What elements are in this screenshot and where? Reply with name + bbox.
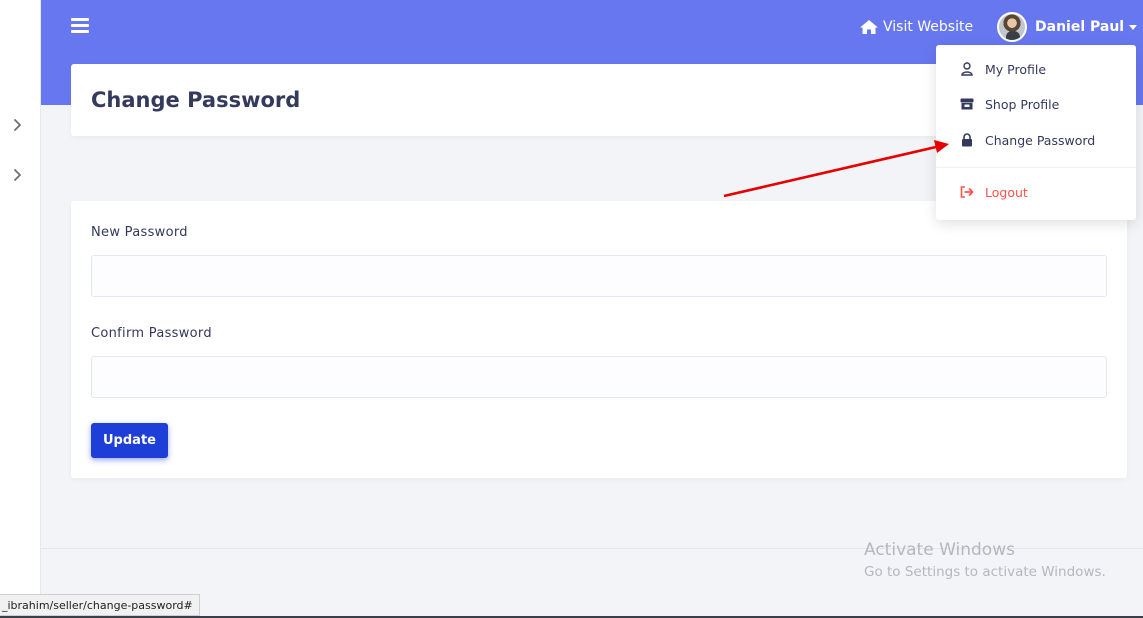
- home-icon: [859, 19, 879, 35]
- store-icon: [960, 97, 974, 111]
- user-name: Daniel Paul: [1035, 19, 1125, 35]
- dropdown-item-change-password[interactable]: Change Password: [936, 125, 1136, 155]
- user-dropdown-menu: My Profile Shop Profile Change Password …: [936, 45, 1136, 220]
- user-menu-toggle[interactable]: Daniel Paul: [997, 12, 1138, 42]
- new-password-input[interactable]: [91, 255, 1107, 297]
- dropdown-item-my-profile[interactable]: My Profile: [936, 54, 1136, 84]
- confirm-password-input[interactable]: [91, 356, 1107, 398]
- status-bar-url: _ibrahim/seller/change-password#: [0, 594, 200, 616]
- dropdown-item-label: Logout: [985, 184, 1028, 200]
- lock-icon: [960, 133, 974, 147]
- windows-activation-watermark: Activate Windows Go to Settings to activ…: [864, 540, 1106, 580]
- page-title: Change Password: [91, 88, 301, 112]
- dropdown-divider: [936, 167, 1136, 168]
- dropdown-item-logout[interactable]: Logout: [936, 177, 1136, 207]
- chevron-right-icon[interactable]: [9, 167, 25, 183]
- confirm-password-label: Confirm Password: [91, 326, 212, 341]
- logout-icon: [960, 185, 974, 199]
- sidebar: [0, 0, 41, 618]
- change-password-form: New Password Confirm Password Update: [71, 201, 1127, 478]
- watermark-title: Activate Windows: [864, 540, 1015, 560]
- new-password-label: New Password: [91, 225, 188, 240]
- hamburger-menu-icon[interactable]: [71, 18, 89, 34]
- avatar: [997, 12, 1027, 42]
- update-button[interactable]: Update: [91, 423, 168, 458]
- dropdown-item-label: My Profile: [985, 61, 1047, 77]
- caret-down-icon: [1129, 24, 1138, 30]
- dropdown-item-label: Change Password: [985, 132, 1096, 148]
- chevron-right-icon[interactable]: [9, 117, 25, 133]
- visit-website-label: Visit Website: [883, 19, 974, 35]
- user-icon: [960, 62, 974, 76]
- watermark-subtitle: Go to Settings to activate Windows.: [864, 564, 1106, 580]
- visit-website-link[interactable]: Visit Website: [859, 16, 973, 38]
- dropdown-item-label: Shop Profile: [985, 96, 1060, 112]
- dropdown-item-shop-profile[interactable]: Shop Profile: [936, 89, 1136, 119]
